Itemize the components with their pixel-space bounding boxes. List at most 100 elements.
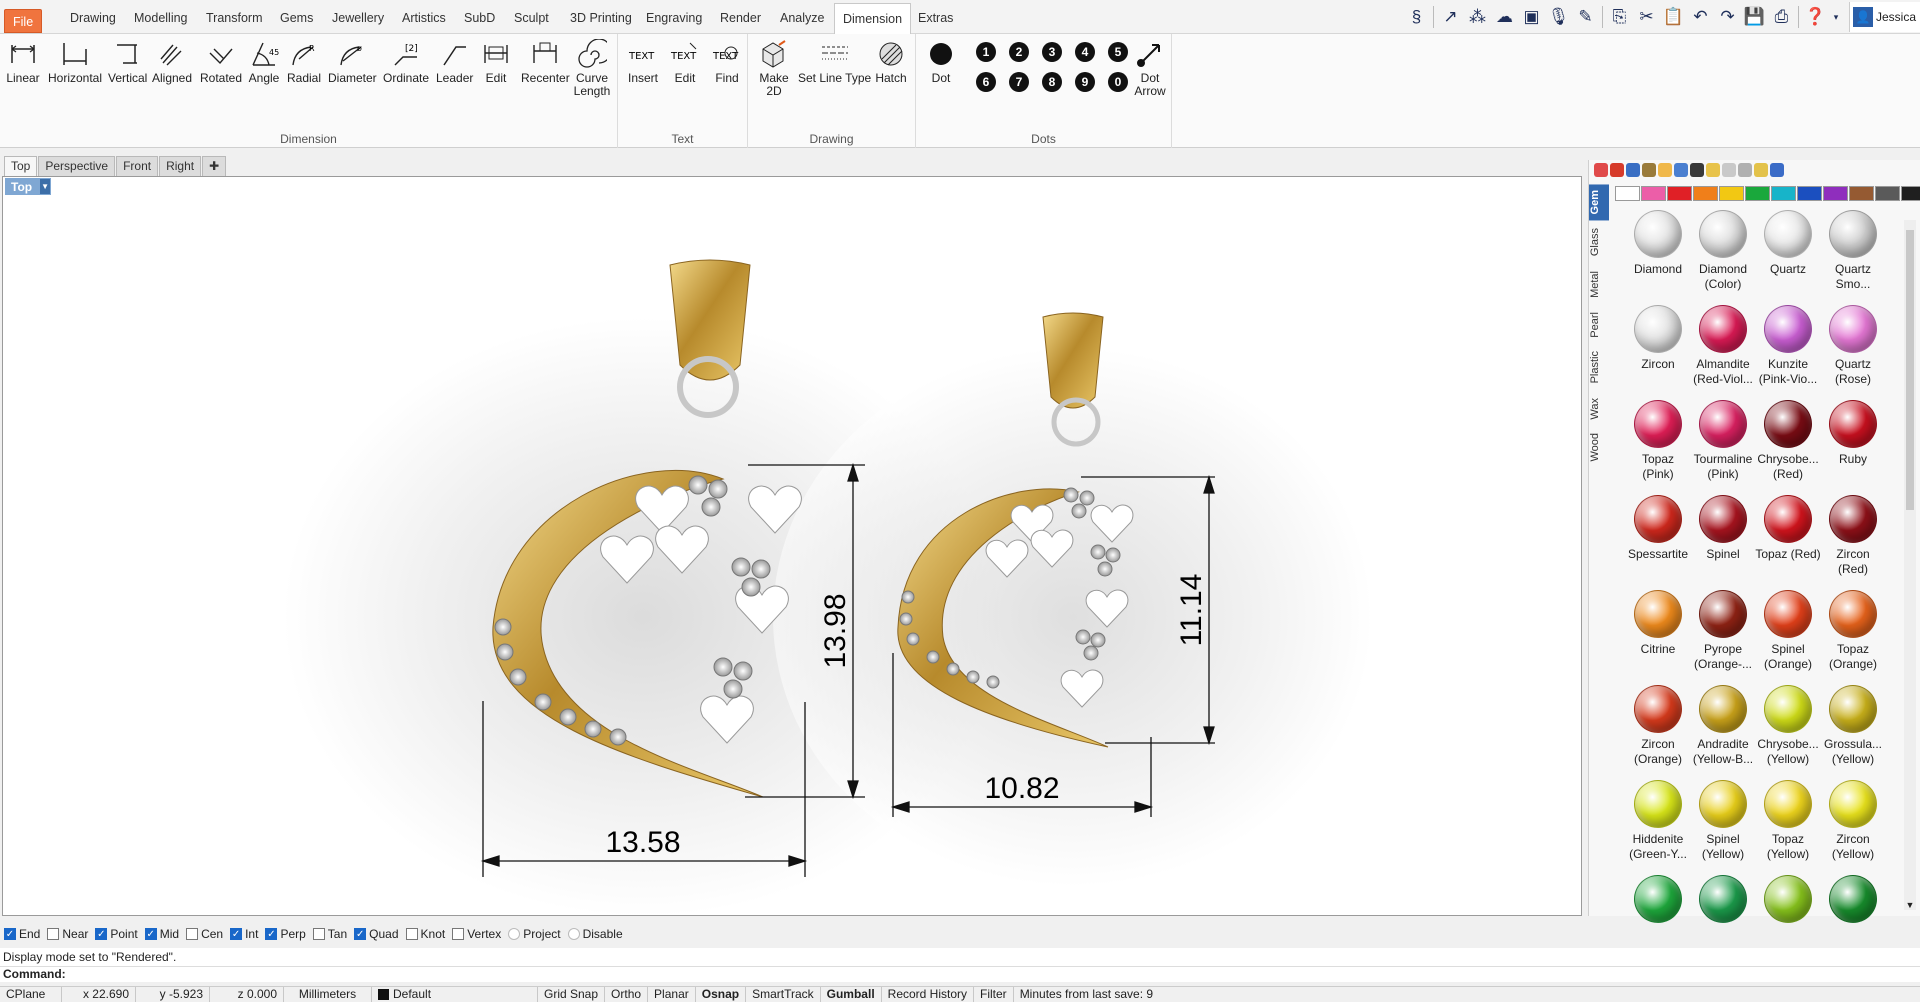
rhino-logo-icon[interactable]: § [1403, 2, 1430, 32]
dot-5-button[interactable]: 5 [1108, 42, 1128, 62]
recenter-button[interactable]: Recenter [521, 36, 570, 85]
chevron-down-icon[interactable]: ▾ [1829, 2, 1843, 32]
gem-item[interactable]: Topaz (Red) [1755, 495, 1821, 562]
color-swatch[interactable] [1797, 186, 1822, 201]
dot-3-button[interactable]: 3 [1042, 42, 1062, 62]
status-toggle-grid-snap[interactable]: Grid Snap [538, 986, 606, 1002]
tab-subd[interactable]: SubD [456, 3, 503, 33]
status-toggle-record-history[interactable]: Record History [882, 986, 975, 1002]
gem-item[interactable]: Hiddenite (Green-Y... [1625, 780, 1691, 862]
tab-pearl[interactable]: Pearl [1589, 306, 1609, 344]
video-icon[interactable]: ▣ [1518, 2, 1545, 32]
gem-item[interactable]: Spinel [1690, 495, 1756, 562]
paste-icon[interactable]: 📋 [1660, 2, 1687, 32]
cut-icon[interactable]: ✂ [1633, 2, 1660, 32]
dot-1-button[interactable]: 1 [976, 42, 996, 62]
tab-engraving[interactable]: Engraving [638, 3, 710, 33]
dot-button[interactable]: Dot [924, 36, 958, 85]
checkbox[interactable]: ✓ [95, 928, 108, 940]
status-toggle-ortho[interactable]: Ortho [605, 986, 649, 1002]
gem-item[interactable] [1755, 875, 1821, 927]
color-swatch[interactable] [1719, 186, 1744, 201]
color-swatch[interactable] [1823, 186, 1848, 201]
horizontal-button[interactable]: Horizontal [48, 36, 102, 85]
microphone-icon[interactable]: 🎙 [1545, 2, 1572, 32]
checkbox[interactable]: ✓ [265, 928, 278, 940]
display-icon[interactable] [1674, 163, 1688, 177]
osnap-project[interactable]: Project [508, 927, 561, 941]
curve-length-button[interactable]: Curve Length [572, 36, 612, 98]
checkbox[interactable]: ✓ [354, 928, 367, 940]
cplane-indicator[interactable]: CPlane [0, 986, 62, 1002]
radio-button[interactable] [567, 928, 580, 940]
insert-text-button[interactable]: TEXT Insert [626, 36, 660, 85]
tab-perspective[interactable]: Perspective [38, 156, 116, 176]
osnap-end[interactable]: ✓ End [4, 927, 40, 941]
dot-0-button[interactable]: 0 [1108, 72, 1128, 92]
sphere-icon[interactable] [1626, 163, 1640, 177]
tab-gems[interactable]: Gems [272, 3, 321, 33]
tab-top[interactable]: Top [4, 156, 38, 176]
status-toggle-filter[interactable]: Filter [974, 986, 1014, 1002]
gem-item[interactable]: Andradite (Yellow-B... [1690, 685, 1756, 767]
copy-icon[interactable]: ⎘ [1606, 2, 1633, 32]
hatch-button[interactable]: Hatch [874, 36, 908, 85]
sun-icon[interactable] [1754, 163, 1768, 177]
osnap-near[interactable]: Near [47, 927, 88, 941]
tab-3d-printing[interactable]: 3D Printing [562, 3, 640, 33]
find-text-button[interactable]: TEXT Find [710, 36, 744, 85]
gem-item[interactable]: Topaz (Pink) [1625, 400, 1691, 482]
scroll-down-icon[interactable]: ▼ [1904, 900, 1916, 910]
checkbox[interactable] [312, 928, 325, 940]
osnap-knot[interactable]: Knot [405, 927, 445, 941]
gem-item[interactable]: Spessartite [1625, 495, 1691, 562]
gem-item[interactable] [1625, 875, 1691, 927]
tab-glass[interactable]: Glass [1589, 222, 1609, 262]
gem-item[interactable]: Diamond [1625, 210, 1691, 277]
light-icon[interactable] [1706, 163, 1720, 177]
gem-item[interactable]: Tourmaline (Pink) [1690, 400, 1756, 482]
tab-gem[interactable]: Gem [1589, 184, 1609, 221]
pen-icon[interactable]: ✎ [1572, 2, 1599, 32]
color-swatch[interactable] [1771, 186, 1796, 201]
osnap-cen[interactable]: Cen [186, 927, 223, 941]
gem-item[interactable]: Quartz (Rose) [1820, 305, 1886, 387]
color-swatch[interactable] [1849, 186, 1874, 201]
gem-item[interactable] [1690, 875, 1756, 927]
tab-drawing[interactable]: Drawing [62, 3, 124, 33]
osnap-tan[interactable]: Tan [312, 927, 347, 941]
status-toggle-osnap[interactable]: Osnap [696, 986, 747, 1002]
curve-icon[interactable]: ↗ [1437, 2, 1464, 32]
gem-item[interactable]: Zircon (Yellow) [1820, 780, 1886, 862]
edit-dimension-button[interactable]: Edit [479, 36, 513, 85]
set-line-type-button[interactable]: Set Line Type [798, 36, 871, 85]
scroll-thumb[interactable] [1906, 230, 1914, 510]
gem-item[interactable]: Chrysobe... (Red) [1755, 400, 1821, 482]
tab-transform[interactable]: Transform [198, 3, 271, 33]
top-viewport[interactable]: Top ▼ 13.58 13.98 10.82 11.14 [2, 176, 1582, 916]
tab-plastic[interactable]: Plastic [1589, 345, 1609, 389]
gem-item[interactable]: Zircon (Red) [1820, 495, 1886, 577]
edit-text-button[interactable]: TEXT Edit [668, 36, 702, 85]
osnap-mid[interactable]: ✓ Mid [144, 927, 179, 941]
tab-sculpt[interactable]: Sculpt [506, 3, 557, 33]
status-toggle-smarttrack[interactable]: SmartTrack [746, 986, 821, 1002]
checkbox[interactable] [47, 928, 60, 940]
gem-item[interactable]: Grossula... (Yellow) [1820, 685, 1886, 767]
osnap-int[interactable]: ✓ Int [230, 927, 258, 941]
gem-item[interactable]: Ruby [1820, 400, 1886, 467]
status-toggle-gumball[interactable]: Gumball [821, 986, 882, 1002]
osnap-perp[interactable]: ✓ Perp [265, 927, 306, 941]
diameter-button[interactable]: ø Diameter [328, 36, 377, 85]
tab-jewellery[interactable]: Jewellery [324, 3, 392, 33]
dot-2-button[interactable]: 2 [1009, 42, 1029, 62]
brush-icon[interactable] [1642, 163, 1656, 177]
cloud-icon[interactable]: ☁ [1491, 2, 1518, 32]
save-icon[interactable]: 💾 [1741, 2, 1768, 32]
layers-icon[interactable] [1738, 163, 1752, 177]
checkbox[interactable]: ✓ [4, 928, 16, 940]
tab-metal[interactable]: Metal [1589, 265, 1609, 304]
help-icon[interactable]: ❓ [1802, 2, 1829, 32]
points-icon[interactable]: ⁂ [1464, 2, 1491, 32]
angle-button[interactable]: 45 Angle [247, 36, 281, 85]
